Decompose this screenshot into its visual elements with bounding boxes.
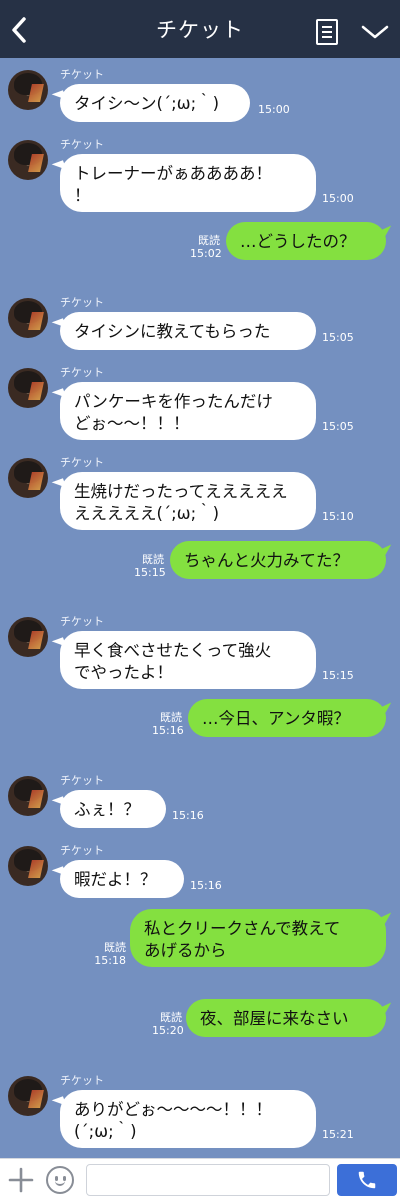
message-bubble[interactable]: …どうしたの？: [226, 222, 386, 260]
message-text: ふぇ！？: [74, 800, 140, 819]
message-text: ありがどぉ〜〜〜〜！！！: [74, 1100, 272, 1119]
message-bubble[interactable]: ありがどぉ〜〜〜〜！！！ (´;ω;｀): [60, 1090, 316, 1148]
sender-name: チケット: [60, 366, 104, 379]
message-text: パンケーキを作ったんだけ: [74, 392, 273, 411]
message-time: 15:15: [134, 566, 166, 579]
avatar[interactable]: [8, 368, 48, 408]
avatar[interactable]: [8, 458, 48, 498]
message-bubble[interactable]: 私とクリークさんで教えて あげるから: [130, 909, 386, 967]
message-bubble[interactable]: タイシンに教えてもらった: [60, 312, 316, 350]
read-receipt: 既読: [198, 234, 220, 247]
sender-name: チケット: [60, 844, 104, 857]
chevron-down-icon: [361, 25, 389, 39]
menu-button[interactable]: [316, 19, 338, 45]
sender-name: チケット: [60, 774, 104, 787]
message-bubble[interactable]: パンケーキを作ったんだけ どぉ〜〜！！！: [60, 382, 316, 440]
avatar[interactable]: [8, 617, 48, 657]
avatar[interactable]: [8, 140, 48, 180]
read-receipt: 既読: [160, 1011, 182, 1024]
plus-icon: [8, 1167, 34, 1193]
avatar[interactable]: [8, 776, 48, 816]
message-text: 私とクリークさんで教えて: [144, 919, 341, 938]
message-text: タイシ〜ン(´;ω;｀): [74, 94, 220, 113]
message-text: あげるから: [144, 941, 227, 960]
message-time: 15:10: [322, 510, 354, 523]
read-receipt: 既読: [142, 553, 164, 566]
avatar[interactable]: [8, 846, 48, 886]
message-time: 15:20: [152, 1024, 184, 1037]
message-time: 15:00: [258, 103, 290, 116]
message-bubble[interactable]: ふぇ！？: [60, 790, 166, 828]
message-text: 生焼けだったってえええええ: [74, 482, 288, 501]
message-time: 15:05: [322, 331, 354, 344]
avatar[interactable]: [8, 298, 48, 338]
add-attachment-button[interactable]: [8, 1167, 34, 1193]
message-time: 15:16: [172, 809, 204, 822]
read-receipt: 既読: [160, 711, 182, 724]
message-text: ！: [74, 186, 91, 205]
call-button[interactable]: [337, 1164, 397, 1196]
message-time: 15:16: [152, 724, 184, 737]
message-text: タイシンに教えてもらった: [74, 322, 271, 341]
message-time: 15:16: [190, 879, 222, 892]
message-bubble[interactable]: 早く食べさせたくって強火 でやったよ！: [60, 631, 316, 689]
read-receipt: 既読: [104, 941, 126, 954]
chevron-left-icon: [12, 17, 26, 43]
message-time: 15:00: [322, 192, 354, 205]
composer-bar: [0, 1158, 400, 1200]
message-text: …どうしたの？: [240, 232, 356, 251]
chat-title: チケット: [156, 18, 244, 42]
message-time: 15:15: [322, 669, 354, 682]
message-text: 夜、部屋に来なさい: [200, 1009, 349, 1028]
message-bubble[interactable]: 生焼けだったってえええええ えええええ(´;ω;｀): [60, 472, 316, 530]
message-bubble[interactable]: 夜、部屋に来なさい: [186, 999, 386, 1037]
sender-name: チケット: [60, 138, 104, 151]
sender-name: チケット: [60, 456, 104, 469]
back-button[interactable]: [6, 14, 32, 46]
message-text: トレーナーがぁああああ！: [74, 164, 272, 183]
message-text: (´;ω;｀): [74, 1122, 137, 1141]
message-input[interactable]: [86, 1164, 330, 1196]
message-text: …今日、アンタ暇？: [202, 709, 350, 728]
message-text: 暇だよ！？: [74, 870, 157, 889]
sender-name: チケット: [60, 1074, 104, 1087]
avatar[interactable]: [8, 70, 48, 110]
message-time: 15:21: [322, 1128, 354, 1141]
list-icon: [322, 26, 332, 28]
chat-header: チケット: [0, 0, 400, 58]
message-time: 15:02: [190, 247, 222, 260]
message-bubble[interactable]: …今日、アンタ暇？: [188, 699, 386, 737]
message-text: でやったよ！: [74, 663, 173, 682]
message-bubble[interactable]: ちゃんと火力みてた？: [170, 541, 386, 579]
sender-name: チケット: [60, 296, 104, 309]
emoji-button[interactable]: [46, 1166, 74, 1194]
message-text: 早く食べさせたくって強火: [74, 641, 272, 660]
message-text: えええええ(´;ω;｀): [74, 504, 220, 523]
message-bubble[interactable]: トレーナーがぁああああ！ ！: [60, 154, 316, 212]
message-bubble[interactable]: 暇だよ！？: [60, 860, 184, 898]
sender-name: チケット: [60, 68, 104, 81]
message-time: 15:18: [94, 954, 126, 967]
sender-name: チケット: [60, 615, 104, 628]
message-time: 15:05: [322, 420, 354, 433]
collapse-button[interactable]: [360, 22, 390, 44]
message-text: ちゃんと火力みてた？: [184, 551, 349, 570]
message-bubble[interactable]: タイシ〜ン(´;ω;｀): [60, 84, 250, 122]
message-text: どぉ〜〜！！！: [74, 414, 190, 433]
phone-icon: [358, 1171, 376, 1189]
avatar[interactable]: [8, 1076, 48, 1116]
